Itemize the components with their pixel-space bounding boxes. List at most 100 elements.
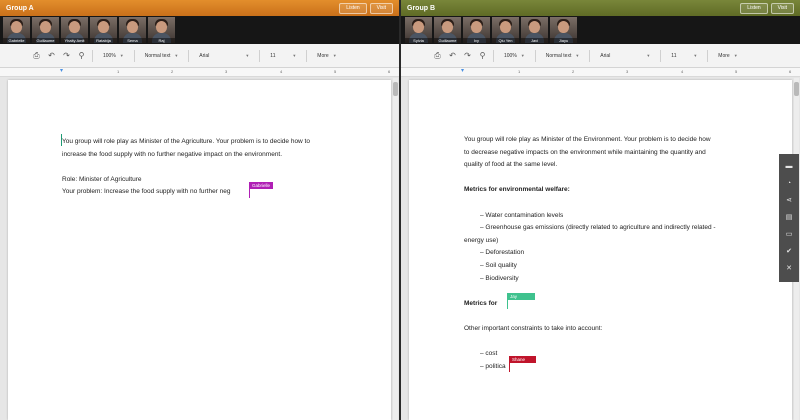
zoom-select[interactable]: 100% ▼ [99, 50, 128, 62]
doc-paragraph: to decrease negative impacts on the envi… [464, 148, 706, 156]
font-value: Arial [600, 52, 611, 59]
font-size-select[interactable]: 11 ▼ [667, 50, 701, 62]
group-b-visit-button[interactable]: Visit [770, 2, 794, 14]
chevron-down-icon: ▼ [520, 53, 525, 58]
group-b-listen-button[interactable]: Listen [740, 2, 768, 14]
group-a-toolbar: ⎙ ↶ ↷ ⚲ 100% ▼ Normal text ▼ Arial ▼ 11 ▼ Mo… [0, 44, 399, 68]
paint-format-icon[interactable]: ⚲ [478, 51, 487, 60]
more-menu[interactable]: More ▼ [714, 50, 741, 62]
participant-video[interactable]: Javi [521, 17, 548, 43]
ruler-number: 6 [388, 69, 391, 74]
participant-video[interactable]: Qiu Yen [492, 17, 519, 43]
pie-chart-icon[interactable]: ◔ [787, 180, 791, 188]
share-icon[interactable]: ⋖ [786, 197, 792, 205]
participant-name: Javi [521, 38, 548, 43]
redo-icon[interactable]: ↷ [463, 51, 472, 60]
ruler-number: 1 [117, 69, 120, 74]
own-text-cursor [61, 134, 62, 146]
toolbar-separator [259, 49, 261, 62]
doc-list-item: – Greenhouse gas emissions (directly rel… [480, 224, 716, 232]
participant-video[interactable]: Gabrielle [3, 17, 30, 43]
chat-icon[interactable]: ▬ [786, 163, 793, 171]
close-icon[interactable]: ✕ [786, 265, 792, 273]
style-select[interactable]: Normal text ▼ [141, 50, 183, 62]
participant-video[interactable]: Ivy [463, 17, 490, 43]
group-b-video-strip: Sylvia Guillaume Ivy Qiu Yen Javi Jiayu [401, 16, 800, 44]
monitor-icon[interactable]: ▭ [786, 231, 793, 239]
participant-name: Jiayu [550, 38, 577, 43]
group-a-document-text[interactable]: You group will role play as Minister of … [62, 136, 352, 199]
toolbar-separator [660, 49, 662, 62]
doc-heading: Metrics for [464, 298, 742, 311]
font-select[interactable]: Arial ▼ [195, 50, 253, 62]
participant-name: Guillaume [32, 38, 59, 43]
style-value: Normal text [545, 52, 572, 59]
group-a-pane: Group A Listen Visit Gabrielle Guillaume… [0, 0, 399, 420]
toolbar-separator [306, 49, 308, 62]
ruler-number: 3 [225, 69, 228, 74]
font-select[interactable]: Arial ▼ [596, 50, 654, 62]
side-tools-dock: ▬ ◔ ⋖ ▤ ▭ ✔ ✕ [779, 154, 799, 282]
zoom-select[interactable]: 100% ▼ [500, 50, 529, 62]
ruler-number: 3 [626, 69, 629, 74]
group-b-ruler[interactable]: ▾ 1 2 3 4 5 6 [401, 68, 800, 77]
font-size-select[interactable]: 11 ▼ [266, 50, 300, 62]
chevron-down-icon: ▼ [693, 53, 698, 58]
indent-marker-icon[interactable]: ▾ [60, 68, 63, 74]
style-select[interactable]: Normal text ▼ [542, 50, 584, 62]
participant-name: Sylvia [405, 38, 432, 43]
chevron-down-icon: ▼ [292, 53, 297, 58]
toolbar-separator [133, 49, 135, 62]
font-value: Arial [199, 52, 210, 59]
undo-icon[interactable]: ↶ [448, 51, 457, 60]
scrollbar-thumb[interactable] [794, 82, 799, 96]
group-a-ruler[interactable]: ▾ 1 2 3 4 5 6 [0, 68, 399, 77]
font-size-value: 11 [270, 52, 276, 59]
doc-list-item: – Water contamination levels [480, 211, 564, 219]
indent-marker-icon[interactable]: ▾ [461, 68, 464, 74]
participant-video[interactable]: Ratabija [90, 17, 117, 43]
collaborator-cursor [249, 186, 250, 198]
toolbar-separator [188, 49, 190, 62]
check-icon[interactable]: ✔ [786, 248, 792, 256]
redo-icon[interactable]: ↷ [62, 51, 71, 60]
print-icon[interactable]: ⎙ [433, 51, 442, 61]
group-b-toolbar: ⎙ ↶ ↷ ⚲ 100% ▼ Normal text ▼ Arial ▼ 11 ▼ Mo… [401, 44, 800, 68]
ruler-number: 5 [334, 69, 337, 74]
doc-paragraph: quality of food at the same level. [464, 161, 558, 169]
group-a-scrollbar[interactable] [393, 78, 398, 420]
toolbar-separator [589, 49, 591, 62]
collaborator-cursor-flag: Gabrielle [249, 182, 274, 189]
document-icon[interactable]: ▤ [786, 214, 793, 222]
participant-video[interactable]: Yhalty Amit [61, 17, 88, 43]
paint-format-icon[interactable]: ⚲ [77, 51, 86, 60]
ruler-number: 4 [681, 69, 684, 74]
group-b-title: Group B [407, 4, 435, 12]
doc-paragraph: Role: Minister of Agriculture [62, 175, 142, 183]
doc-list-item: energy use) [464, 236, 499, 244]
participant-video[interactable]: Sema [119, 17, 146, 43]
group-a-visit-button[interactable]: Visit [369, 2, 393, 14]
group-a-document-page[interactable] [8, 80, 391, 420]
toolbar-separator [92, 49, 93, 62]
group-b-document-text[interactable]: You group will role play as Minister of … [464, 134, 742, 373]
doc-list-item: – Soil quality [480, 261, 517, 269]
participant-video[interactable]: Guillaume [32, 17, 59, 43]
participant-video[interactable]: Guillaume [434, 17, 461, 43]
participant-name: Ivy [463, 38, 490, 43]
undo-icon[interactable]: ↶ [47, 51, 56, 60]
ruler-number: 2 [572, 69, 575, 74]
participant-video[interactable]: Raj [148, 17, 175, 43]
doc-list-item: – cost [480, 350, 498, 358]
ruler-number: 5 [735, 69, 738, 74]
ruler-number: 6 [789, 69, 792, 74]
participant-video[interactable]: Jiayu [550, 17, 577, 43]
scrollbar-thumb[interactable] [393, 82, 398, 96]
participant-name: Gabrielle [3, 38, 30, 43]
group-a-listen-button[interactable]: Listen [339, 2, 367, 14]
chevron-down-icon: ▼ [245, 53, 250, 58]
more-menu[interactable]: More ▼ [313, 50, 340, 62]
print-icon[interactable]: ⎙ [32, 51, 41, 61]
font-size-value: 11 [671, 52, 677, 59]
participant-video[interactable]: Sylvia [405, 17, 432, 43]
